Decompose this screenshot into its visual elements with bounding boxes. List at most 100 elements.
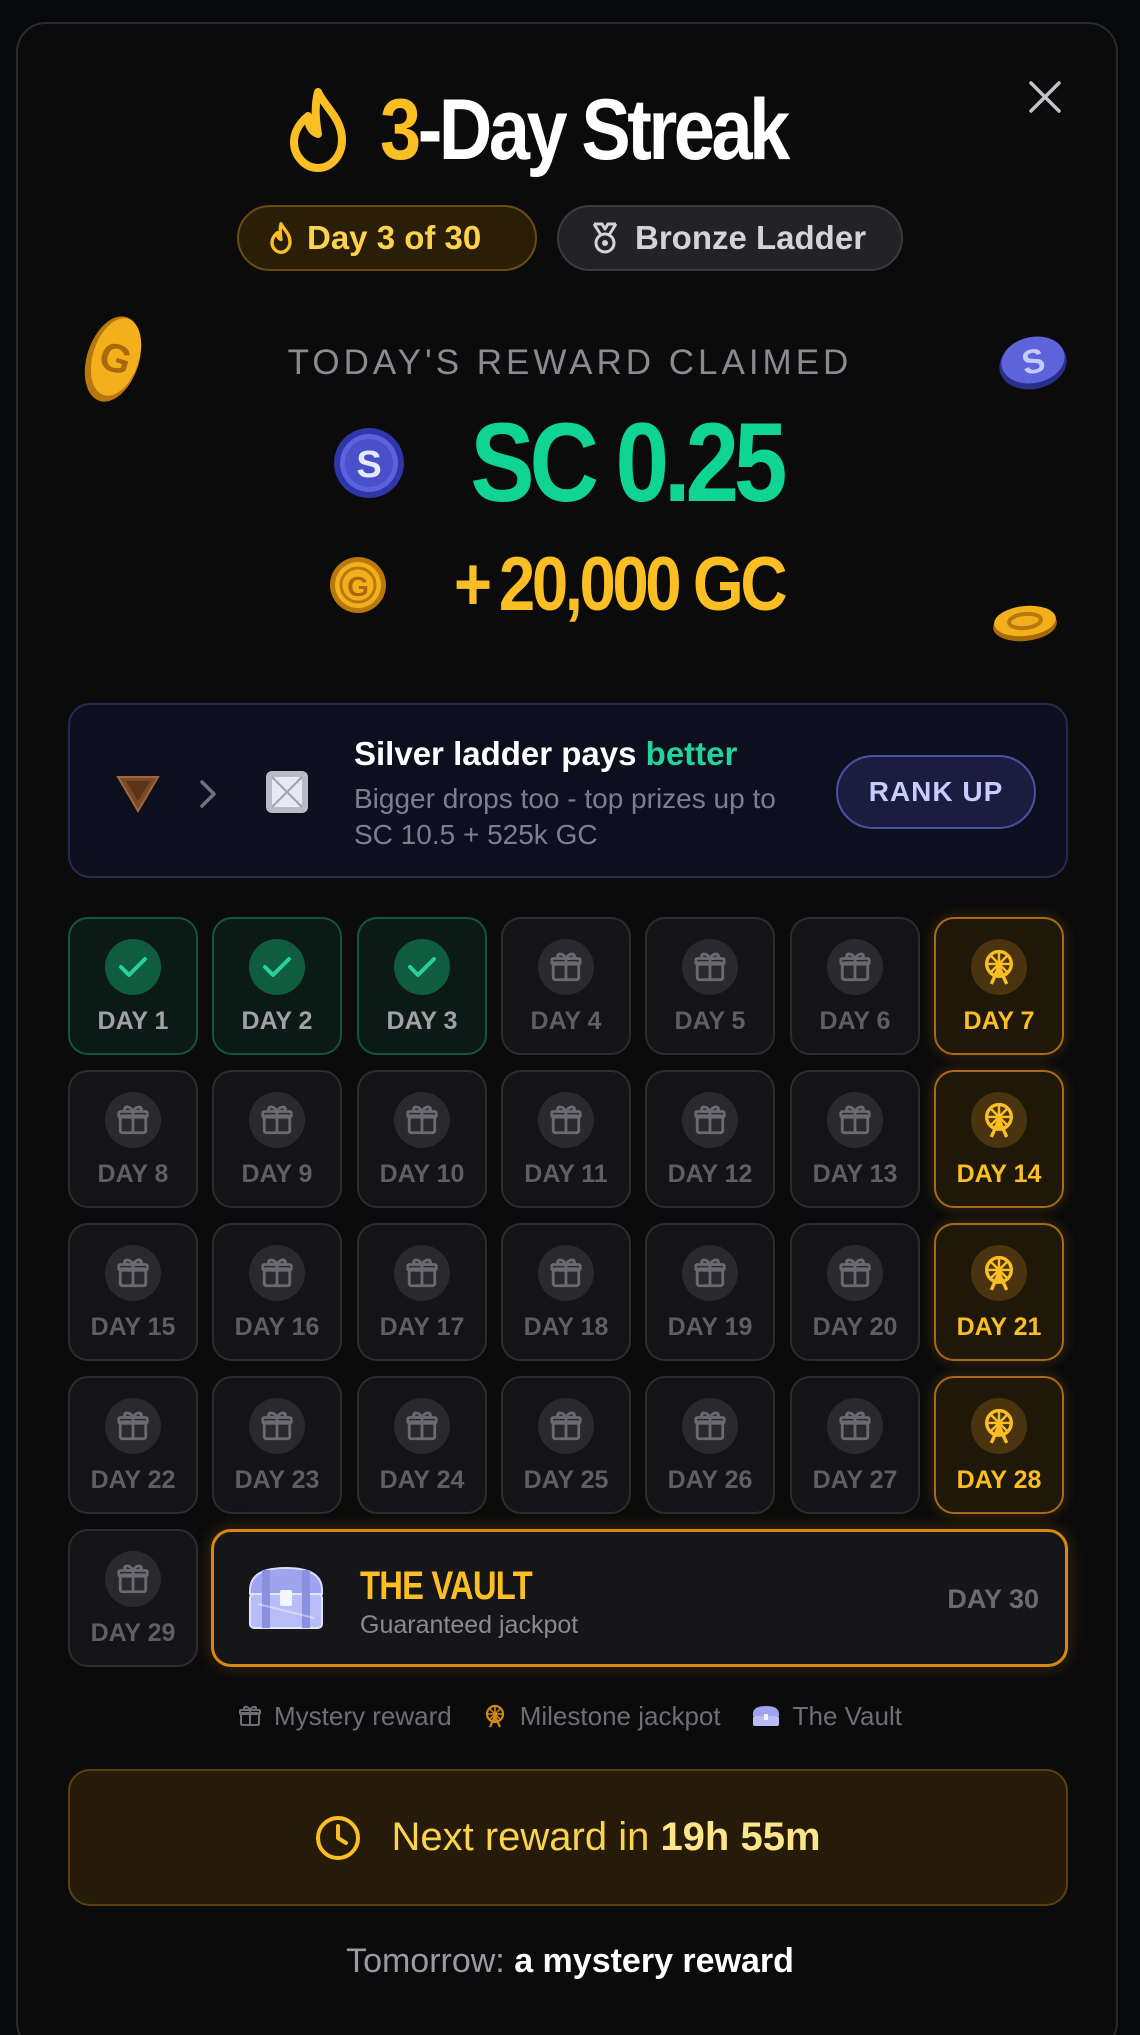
day-icon-badge [682,1245,738,1301]
ladder-badge: Bronze Ladder [557,205,903,271]
day-progress-label: Day 3 of 30 [307,219,482,256]
gift-icon [839,1258,871,1288]
day-label: DAY 29 [90,1619,176,1647]
day-label: DAY 25 [523,1466,609,1494]
day-label: DAY 12 [667,1160,753,1188]
gift-icon [694,1258,726,1288]
day-icon-badge [105,1398,161,1454]
day-tile-19[interactable]: DAY 19 [645,1223,775,1361]
promo-title-accent: better [645,735,738,772]
day-tile-22[interactable]: DAY 22 [68,1376,198,1514]
check-icon [119,957,147,977]
svg-text:G: G [347,571,369,602]
day-label: DAY 24 [379,1466,465,1494]
day-icon-badge [827,1245,883,1301]
day-tile-2[interactable]: DAY 2 [212,917,342,1055]
day-label: DAY 2 [241,1007,313,1035]
day-tile-10[interactable]: DAY 10 [357,1070,487,1208]
day-tile-12[interactable]: DAY 12 [645,1070,775,1208]
day-tile-25[interactable]: DAY 25 [501,1376,631,1514]
ferris-wheel-icon [985,1408,1013,1444]
gift-icon [694,1411,726,1441]
promo-title: Silver ladder pays better [354,735,737,773]
day-label: DAY 4 [530,1007,602,1035]
day-icon-badge [394,1092,450,1148]
gc-reward: G +20,000 GC [0,540,1140,630]
day-tile-26[interactable]: DAY 26 [645,1376,775,1514]
day-tile-20[interactable]: DAY 20 [790,1223,920,1361]
ferris-wheel-icon [985,949,1013,985]
day-tile-1[interactable]: DAY 1 [68,917,198,1055]
medal-icon [592,222,618,254]
gift-icon [261,1105,293,1135]
day-label: DAY 16 [234,1313,320,1341]
day-icon-badge [682,1092,738,1148]
gift-icon [839,952,871,982]
day-label: DAY 13 [812,1160,898,1188]
day-label: DAY 20 [812,1313,898,1341]
promo-title-prefix: Silver ladder pays [354,735,646,772]
gift-icon [117,1564,149,1594]
day-icon-badge [538,939,594,995]
gift-icon [406,1258,438,1288]
day-icon-badge [249,1398,305,1454]
day-tile-4[interactable]: DAY 4 [501,917,631,1055]
gift-icon [694,952,726,982]
day-tile-7[interactable]: DAY 7 [934,917,1064,1055]
ferris-wheel-icon [985,1102,1013,1138]
day-icon-badge [105,939,161,995]
day-tile-5[interactable]: DAY 5 [645,917,775,1055]
treasure-chest-icon [752,1706,779,1726]
day-icon-badge [394,1398,450,1454]
gift-icon [261,1411,293,1441]
day-tile-8[interactable]: DAY 8 [68,1070,198,1208]
legend-milestone: Milestone jackpot [482,1701,721,1732]
legend-milestone-label: Milestone jackpot [519,1700,721,1731]
day-tile-16[interactable]: DAY 16 [212,1223,342,1361]
day-tile-18[interactable]: DAY 18 [501,1223,631,1361]
day-tile-17[interactable]: DAY 17 [357,1223,487,1361]
day-icon-badge [971,1092,1027,1148]
promo-subtitle: Bigger drops too - top prizes up to SC 1… [354,783,776,850]
sc-reward: S SC 0.25 [0,405,1140,520]
day-tile-24[interactable]: DAY 24 [357,1376,487,1514]
day-tile-14[interactable]: DAY 14 [934,1070,1064,1208]
ferris-wheel-icon [985,1255,1013,1291]
day-tile-6[interactable]: DAY 6 [790,917,920,1055]
upgrade-promo-card: Silver ladder pays better Bigger drops t… [68,703,1068,878]
day-icon-badge [827,939,883,995]
day-tile-21[interactable]: DAY 21 [934,1223,1064,1361]
day-label: DAY 15 [90,1313,176,1341]
next-reward-text: Next reward in 19h 55m [391,1815,820,1860]
day-tile-29[interactable]: DAY 29 [68,1529,198,1667]
chevron-right-icon [200,780,216,808]
day-icon-badge [538,1092,594,1148]
clock-icon [316,1815,361,1860]
day-label: DAY 26 [667,1466,753,1494]
vault-tile[interactable]: THE VAULT Guaranteed jackpot DAY 30 [211,1529,1068,1667]
vault-day-label: DAY 30 [947,1584,1039,1614]
day-tile-28[interactable]: DAY 28 [934,1376,1064,1514]
bronze-tier-icon [116,776,160,813]
legend-vault: The Vault [751,1701,902,1732]
silver-tier-icon [266,771,308,813]
day-tile-9[interactable]: DAY 9 [212,1070,342,1208]
day-icon-badge [538,1398,594,1454]
gc-plus: + [453,542,492,627]
flame-icon [290,88,347,172]
day-tile-13[interactable]: DAY 13 [790,1070,920,1208]
rank-up-button[interactable]: RANK UP [836,755,1036,829]
day-label: DAY 11 [524,1160,608,1188]
day-tile-27[interactable]: DAY 27 [790,1376,920,1514]
next-reward-time: 19h 55m [660,1815,821,1859]
gift-icon [839,1105,871,1135]
day-tile-3[interactable]: DAY 3 [357,917,487,1055]
day-tile-11[interactable]: DAY 11 [501,1070,631,1208]
day-tile-15[interactable]: DAY 15 [68,1223,198,1361]
day-label: DAY 9 [241,1160,313,1188]
check-icon [408,957,436,977]
vault-subtitle: Guaranteed jackpot [360,1611,579,1639]
gift-icon [550,1258,582,1288]
reward-claimed-label: TODAY'S REWARD CLAIMED [287,343,853,382]
day-tile-23[interactable]: DAY 23 [212,1376,342,1514]
